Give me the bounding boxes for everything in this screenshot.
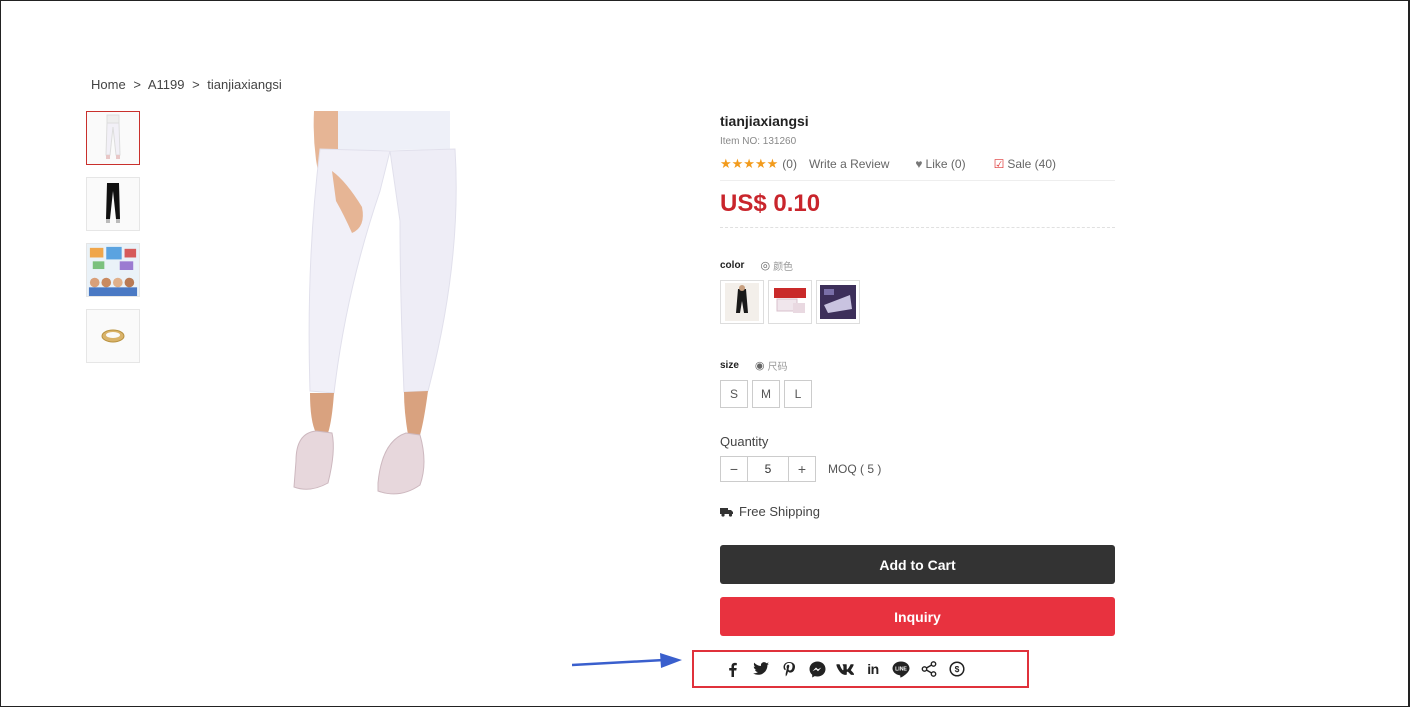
quantity-label: Quantity bbox=[720, 434, 769, 449]
free-shipping-text: Free Shipping bbox=[739, 504, 820, 519]
facebook-icon[interactable] bbox=[724, 660, 742, 678]
swatch-image bbox=[820, 285, 856, 319]
color-label: color bbox=[720, 260, 745, 271]
breadcrumb-current: tianjiaxiangsi bbox=[207, 77, 282, 92]
size-label: size bbox=[720, 360, 739, 371]
arrow-annotation bbox=[572, 653, 682, 668]
color-label-row: color ◎ 颜色 bbox=[720, 258, 1115, 273]
pinterest-icon[interactable] bbox=[780, 660, 798, 678]
size-label-row: size ◉ 尺码 bbox=[720, 358, 1115, 373]
quantity-row: − 5 + MOQ ( 5 ) bbox=[720, 456, 1115, 482]
size-buttons: S M L bbox=[720, 380, 1115, 408]
collage-thumbnail-image bbox=[87, 244, 139, 296]
size-hint: ◉ 尺码 bbox=[755, 358, 788, 373]
breadcrumb-separator: > bbox=[192, 77, 200, 92]
inquiry-button[interactable]: Inquiry bbox=[720, 597, 1115, 636]
quantity-decrease-button[interactable]: − bbox=[721, 457, 747, 481]
leggings-product-image bbox=[293, 111, 457, 495]
free-shipping: Free Shipping bbox=[720, 504, 1115, 519]
breadcrumb-separator: > bbox=[133, 77, 141, 92]
svg-text:LINE: LINE bbox=[895, 666, 907, 672]
color-hint-text: 颜色 bbox=[773, 262, 794, 273]
size-hint-text: 尺码 bbox=[767, 362, 788, 373]
like-button[interactable]: ♥ Like (0) bbox=[915, 157, 965, 171]
color-hint: ◎ 颜色 bbox=[760, 258, 793, 273]
sale-label: Sale (40) bbox=[1007, 157, 1057, 171]
heart-icon: ♥ bbox=[915, 157, 923, 171]
color-swatch-black-outfit[interactable] bbox=[720, 280, 764, 324]
ring-thumbnail-image bbox=[101, 329, 125, 343]
divider bbox=[720, 180, 1115, 181]
thumbnail-white-leggings[interactable] bbox=[86, 111, 140, 165]
size-s-button[interactable]: S bbox=[720, 380, 748, 408]
linkedin-icon[interactable]: in bbox=[864, 660, 882, 678]
breadcrumb-category[interactable]: A1199 bbox=[148, 77, 185, 92]
ruler-icon: ◉ bbox=[754, 360, 765, 372]
twitter-icon[interactable] bbox=[752, 660, 770, 678]
truck-icon bbox=[720, 507, 733, 517]
thumbnail-gold-ring[interactable] bbox=[86, 309, 140, 363]
checkbox-icon: ☑ bbox=[993, 157, 1005, 171]
quantity-increase-button[interactable]: + bbox=[789, 457, 815, 481]
vk-icon[interactable] bbox=[836, 660, 854, 678]
item-number: Item NO: 131260 bbox=[720, 136, 797, 147]
write-review-link[interactable]: Write a Review bbox=[809, 157, 889, 171]
moq-text: MOQ ( 5 ) bbox=[828, 462, 882, 476]
like-label: Like (0) bbox=[925, 157, 966, 171]
thumbnail-list bbox=[86, 111, 140, 375]
size-l-button[interactable]: L bbox=[784, 380, 812, 408]
product-title: tianjiaxiangsi bbox=[720, 113, 809, 129]
line-icon[interactable]: LINE bbox=[892, 660, 910, 678]
share-bar: in LINE $ bbox=[692, 650, 1029, 688]
share-icon[interactable] bbox=[920, 660, 938, 678]
rating-count: (0) bbox=[782, 157, 797, 171]
size-option: size ◉ 尺码 S M L bbox=[720, 358, 1115, 408]
quantity-stepper: − 5 + bbox=[720, 456, 816, 482]
thumbnail-people-collage[interactable] bbox=[86, 243, 140, 297]
leggings-thumbnail-image bbox=[105, 114, 121, 159]
product-price: US$ 0.10 bbox=[720, 190, 821, 217]
breadcrumb-home[interactable]: Home bbox=[91, 77, 126, 92]
color-swatch-red-white[interactable] bbox=[768, 280, 812, 324]
size-m-button[interactable]: M bbox=[752, 380, 780, 408]
messenger-icon[interactable] bbox=[808, 660, 826, 678]
add-to-cart-button[interactable]: Add to Cart bbox=[720, 545, 1115, 584]
rating-row: ★★★★★ (0) Write a Review ♥ Like (0) ☑ Sa… bbox=[720, 155, 1115, 173]
thumbnail-black-leggings[interactable] bbox=[86, 177, 140, 231]
product-info: tianjiaxiangsi Item NO: 131260 ★★★★★ (0)… bbox=[720, 113, 1115, 636]
breadcrumb: Home > A1199 > tianjiaxiangsi bbox=[91, 77, 286, 92]
page-frame bbox=[0, 0, 1410, 707]
other-icon[interactable]: $ bbox=[948, 660, 966, 678]
quantity-input[interactable]: 5 bbox=[747, 457, 789, 481]
black-leggings-thumbnail-image bbox=[106, 183, 120, 223]
color-option: color ◎ 颜色 bbox=[720, 258, 1115, 324]
palette-icon: ◎ bbox=[760, 260, 771, 272]
divider bbox=[720, 227, 1115, 228]
color-swatch-purple[interactable] bbox=[816, 280, 860, 324]
svg-text:$: $ bbox=[955, 664, 960, 674]
swatch-image bbox=[725, 283, 759, 321]
sale-count: ☑ Sale (40) bbox=[994, 157, 1056, 171]
swatch-image bbox=[771, 285, 809, 319]
main-product-image[interactable] bbox=[250, 111, 512, 501]
rating-stars: ★★★★★ bbox=[720, 156, 779, 171]
color-swatches bbox=[720, 280, 1115, 324]
